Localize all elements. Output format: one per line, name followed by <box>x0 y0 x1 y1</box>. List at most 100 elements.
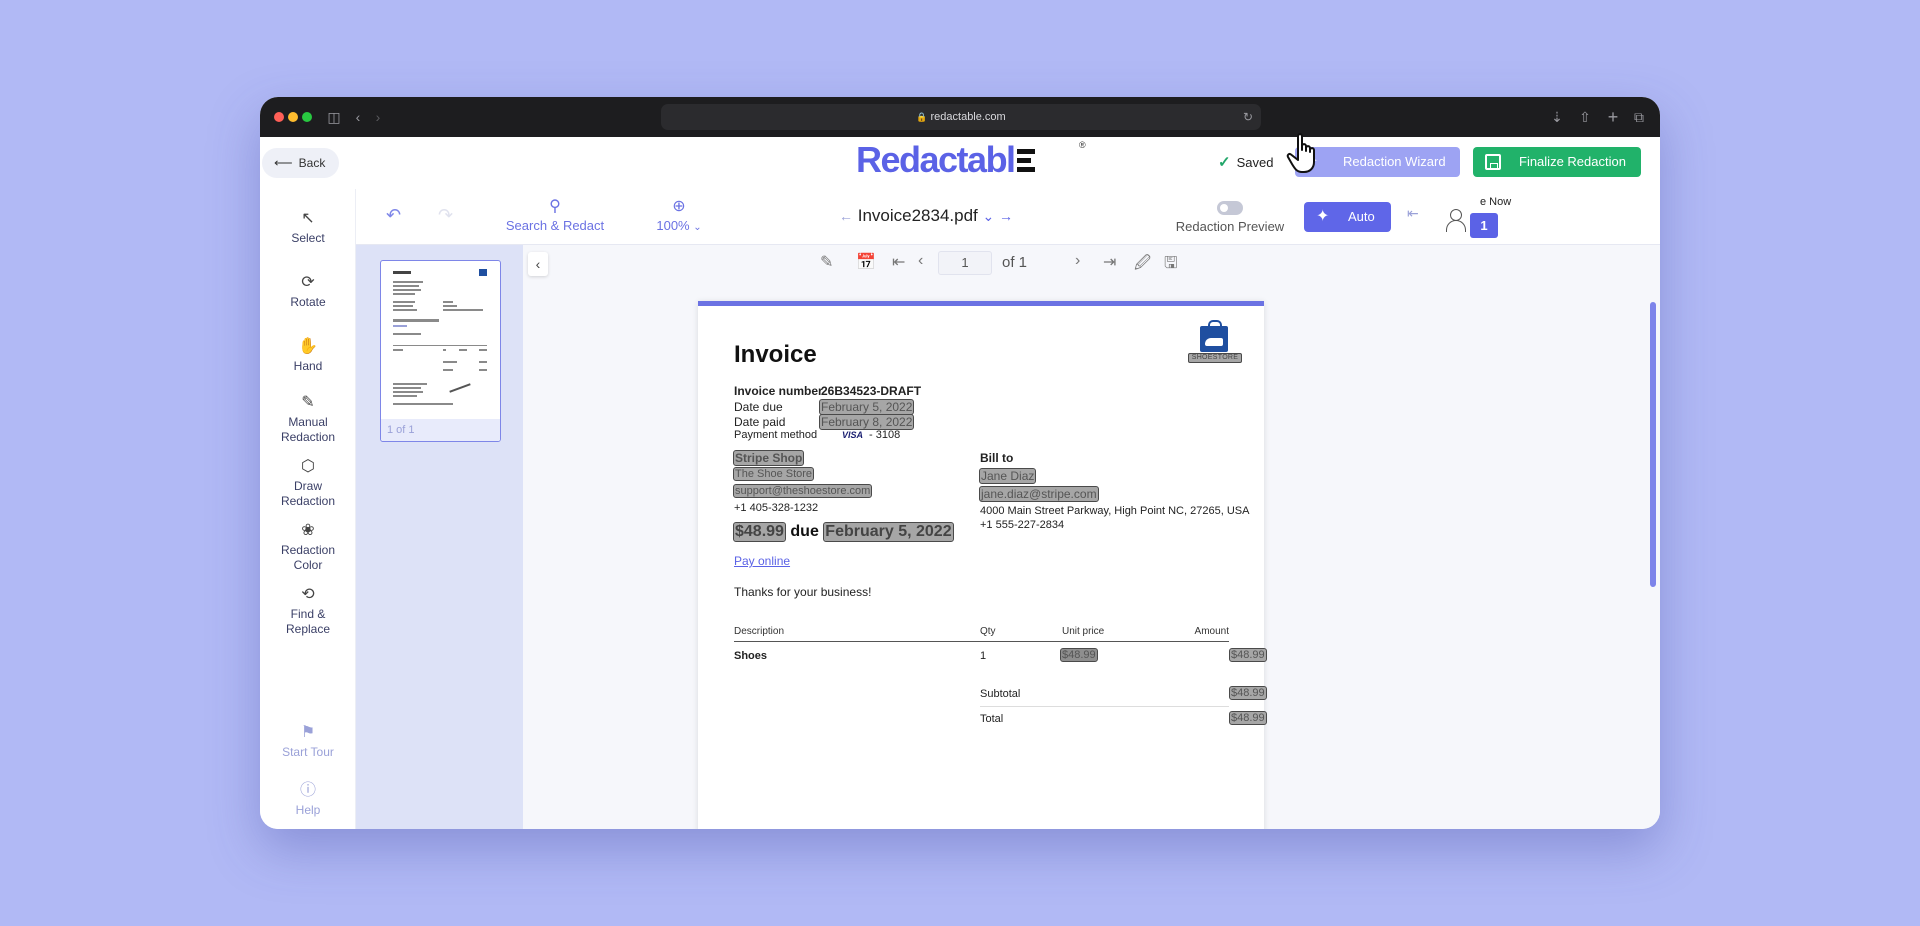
seller-name[interactable]: Stripe Shop <box>733 450 805 466</box>
date-due-value[interactable]: February 5, 2022 <box>819 399 915 415</box>
item-qty: 1 <box>980 650 987 662</box>
subtotal-redaction[interactable]: $48.99 <box>1229 686 1267 700</box>
seller-name-redaction[interactable]: Stripe Shop <box>733 450 805 466</box>
date-paid-redaction[interactable]: February 8, 2022 <box>819 414 915 430</box>
flag-icon: ⚑ <box>300 724 316 741</box>
undo-icon[interactable]: ↶ <box>386 205 401 226</box>
collapse-panel-button[interactable]: ‹ <box>528 252 548 276</box>
seller-store-redaction[interactable]: The Shoe Store <box>733 467 815 481</box>
save-status: ✓ Saved <box>1218 148 1273 178</box>
user-icon[interactable] <box>1446 209 1468 233</box>
search-redact-button[interactable]: ⚲ Search & Redact <box>495 199 615 234</box>
draw-redaction-tool[interactable]: ⬡ Draw Redaction <box>260 457 356 509</box>
edit-icon[interactable]: ✎ <box>820 252 833 272</box>
redaction-preview-toggle[interactable]: Redaction Preview <box>1170 201 1290 234</box>
redaction-count-badge[interactable]: 1 <box>1470 213 1498 238</box>
customer-name[interactable]: Jane Diaz <box>979 468 1037 484</box>
date-paid-value[interactable]: February 8, 2022 <box>819 414 915 430</box>
back-button[interactable]: ⟵ Back <box>262 148 340 178</box>
start-tour-button[interactable]: ⚑ Start Tour <box>260 723 356 760</box>
find-replace-label-2: Replace <box>285 622 331 636</box>
refresh-circle-icon: ⟲ <box>301 586 315 603</box>
page-count-label: of 1 <box>1002 254 1028 271</box>
file-dropdown-icon[interactable]: ⌄ <box>983 208 995 224</box>
table-header: Description Qty Unit price Amount <box>734 626 1229 642</box>
due-date-redaction[interactable]: February 5, 2022 <box>823 522 954 542</box>
tab-overview-icon[interactable]: ⧉ <box>1627 105 1651 129</box>
find-replace-tool[interactable]: ⟲ Find & Replace <box>260 585 356 637</box>
zoom-control[interactable]: ⊕ 100% ⌄ <box>644 199 714 234</box>
seller-store[interactable]: The Shoe Store <box>733 467 815 481</box>
seller-email[interactable]: support@theshoestore.com <box>733 484 873 498</box>
amount-due-redaction[interactable]: $48.99 <box>733 522 786 542</box>
customer-email[interactable]: jane.diaz@stripe.com <box>979 486 1099 502</box>
panel-toggle-icon[interactable]: ⇤ <box>1407 205 1419 222</box>
new-tab-icon[interactable]: + <box>1601 105 1625 129</box>
subtotal-label: Subtotal <box>980 688 1021 700</box>
share-icon[interactable]: ⇧ <box>1573 105 1597 129</box>
amount-redaction[interactable]: $48.99 <box>1229 648 1267 662</box>
invoice-page[interactable]: Invoice SHOESTORE Invoice number 26B3452… <box>698 301 1267 829</box>
previous-file-icon[interactable]: ← <box>839 208 853 224</box>
add-page-icon[interactable]: 📅 <box>856 252 876 272</box>
select-tool[interactable]: ↖ Select <box>260 209 356 246</box>
hand-tool[interactable]: ✋ Hand <box>260 337 356 374</box>
seller-email-redaction[interactable]: support@theshoestore.com <box>733 484 873 498</box>
finalize-redaction-button[interactable]: Finalize Redaction <box>1473 147 1641 177</box>
redactable-logo[interactable]: Redactabl <box>856 137 1035 183</box>
first-page-icon[interactable]: ⇤ <box>892 252 905 272</box>
help-button[interactable]: ⓘ Help <box>260 781 356 818</box>
maximize-window-button[interactable] <box>302 112 312 122</box>
address-bar[interactable]: 🔒 redactable.com ↻ <box>661 104 1261 130</box>
app-header: ⟵Back Redactabl ® ✓Saved ✦Redaction Wiza… <box>260 137 1660 189</box>
browser-forward-icon[interactable]: › <box>366 105 390 129</box>
file-name[interactable]: Invoice2834.pdf <box>858 206 978 225</box>
manual-redaction-tool[interactable]: ✎ Manual Redaction <box>260 393 356 445</box>
seller-phone: +1 405-328-1232 <box>734 502 819 514</box>
redo-icon[interactable]: ↷ <box>438 205 453 226</box>
reload-icon[interactable]: ↻ <box>1243 104 1253 130</box>
checkmark-icon: ✓ <box>1218 154 1231 171</box>
saved-label: Saved <box>1236 155 1274 170</box>
redaction-preview-label: Redaction Preview <box>1175 219 1285 234</box>
save-disk-icon <box>1485 154 1501 170</box>
document-scrollbar[interactable] <box>1650 302 1656 587</box>
hand-pointer-icon <box>1286 133 1315 173</box>
payment-method-label: Payment method <box>734 429 818 441</box>
last-page-icon[interactable]: ⇥ <box>1103 252 1116 272</box>
next-page-icon[interactable]: › <box>1075 252 1080 270</box>
sidebar-toggle-icon[interactable]: ◫ <box>322 105 346 129</box>
back-label: Back <box>298 156 326 170</box>
downloads-icon[interactable]: ⇣ <box>1545 105 1569 129</box>
payment-method-value: VISA - 3108 <box>842 429 900 441</box>
next-file-icon[interactable]: → <box>999 208 1013 224</box>
previous-page-icon[interactable]: ‹ <box>918 252 923 270</box>
auto-redact-button[interactable]: ✦ Auto <box>1304 202 1391 232</box>
arrow-left-icon: ⟵ <box>274 155 293 170</box>
thumbnail-preview <box>387 265 493 417</box>
visa-logo: VISA <box>842 430 864 440</box>
thanks-message: Thanks for your business! <box>734 585 872 599</box>
unit-price-redaction[interactable]: $48.99 <box>1060 648 1098 662</box>
finalize-label: Finalize Redaction <box>1519 154 1626 169</box>
total-redaction[interactable]: $48.99 <box>1229 711 1267 725</box>
redact-page-icon[interactable]: 🖉 <box>1134 252 1151 279</box>
customer-email-redaction[interactable]: jane.diaz@stripe.com <box>979 486 1099 502</box>
total-label: Total <box>980 713 1004 725</box>
close-window-button[interactable] <box>274 112 284 122</box>
bill-to-label: Bill to <box>980 451 1014 465</box>
url-text: redactable.com <box>930 111 1006 123</box>
date-due-redaction[interactable]: February 5, 2022 <box>819 399 915 415</box>
customer-name-redaction[interactable]: Jane Diaz <box>979 468 1037 484</box>
rotate-tool[interactable]: ⟳ Rotate <box>260 273 356 310</box>
redaction-color-tool[interactable]: ❀ Redaction Color <box>260 521 356 573</box>
minimize-window-button[interactable] <box>288 112 298 122</box>
palette-icon: ❀ <box>301 522 315 539</box>
page-settings-icon[interactable]: 🖫 <box>1164 252 1178 279</box>
thumbnail-page-label: 1 of 1 <box>381 419 500 441</box>
page-thumbnail[interactable]: 1 of 1 <box>380 260 501 442</box>
page-number-input[interactable]: 1 <box>938 251 992 275</box>
store-logo-text: SHOESTORE <box>1188 353 1242 363</box>
divider <box>980 706 1229 707</box>
pay-online-link[interactable]: Pay online <box>734 554 790 568</box>
